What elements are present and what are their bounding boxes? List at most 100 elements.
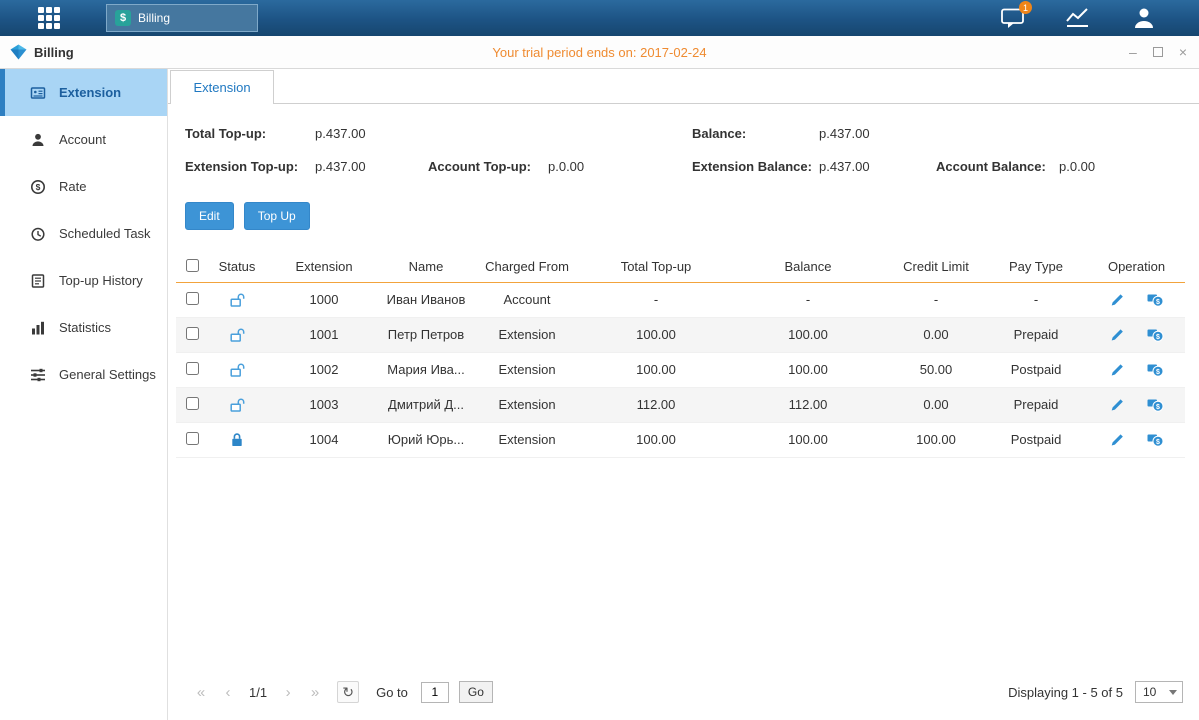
extension-table: Status Extension Name Charged From Total… (176, 252, 1185, 458)
topup-icon[interactable]: $ (1147, 292, 1164, 307)
edit-icon[interactable] (1110, 327, 1125, 342)
cell-charged-from: Extension (470, 422, 584, 457)
cell-pay-type: Postpaid (984, 352, 1088, 387)
lock-status-icon[interactable] (229, 291, 246, 306)
sidebar-item-topup-history[interactable]: Top-up History (0, 257, 167, 304)
select-all-checkbox[interactable] (186, 259, 199, 272)
row-checkbox[interactable] (186, 292, 199, 305)
account-topup-value: p.0.00 (548, 159, 692, 174)
topup-icon[interactable]: $ (1147, 397, 1164, 412)
bar-chart-icon (30, 320, 46, 336)
account-balance-label: Account Balance: (936, 159, 1059, 174)
cell-credit-limit: 100.00 (888, 422, 984, 457)
goto-page-input[interactable] (421, 682, 449, 703)
page-size-select[interactable]: 10 (1135, 681, 1183, 703)
cell-charged-from: Extension (470, 352, 584, 387)
minimize-icon[interactable]: – (1129, 45, 1137, 59)
rate-dollar-circle-icon: $ (30, 179, 46, 195)
edit-icon[interactable] (1110, 432, 1125, 447)
col-balance: Balance (728, 252, 888, 282)
sidebar-item-label: Scheduled Task (59, 226, 151, 241)
sidebar-item-label: General Settings (59, 367, 156, 382)
app-body: Extension Account $ Rate Scheduled Task (0, 69, 1199, 720)
col-charged-from: Charged From (470, 252, 584, 282)
cell-balance: 100.00 (728, 422, 888, 457)
col-pay-type: Pay Type (984, 252, 1088, 282)
next-page-icon[interactable]: › (277, 681, 299, 703)
cell-charged-from: Account (470, 282, 584, 317)
row-checkbox[interactable] (186, 362, 199, 375)
edit-icon[interactable] (1110, 397, 1125, 412)
col-credit-limit: Credit Limit (888, 252, 984, 282)
cell-pay-type: - (984, 282, 1088, 317)
first-page-icon[interactable]: « (190, 681, 212, 703)
cell-extension: 1000 (266, 282, 382, 317)
lock-status-icon[interactable] (229, 431, 245, 446)
messages-icon[interactable]: 1 (1000, 6, 1025, 30)
table-row: 1004 Юрий Юрь... Extension 100.00 100.00… (176, 422, 1185, 457)
user-account-icon[interactable] (1131, 6, 1157, 30)
page-size-value: 10 (1143, 685, 1156, 699)
cell-balance: 112.00 (728, 387, 888, 422)
chevron-down-icon (1169, 690, 1177, 695)
pagination-footer: « ‹ 1/1 › » ↻ Go to Go Displaying 1 - 5 … (168, 676, 1199, 720)
topup-icon[interactable]: $ (1147, 432, 1164, 447)
sidebar-item-extension[interactable]: Extension (0, 69, 167, 116)
table-row: 1002 Мария Ива... Extension 100.00 100.0… (176, 352, 1185, 387)
sidebar-item-statistics[interactable]: Statistics (0, 304, 167, 351)
svg-text:$: $ (1156, 439, 1160, 446)
sidebar-item-rate[interactable]: $ Rate (0, 163, 167, 210)
row-checkbox[interactable] (186, 397, 199, 410)
extension-balance-label: Extension Balance: (692, 159, 819, 174)
cell-pay-type: Prepaid (984, 317, 1088, 352)
topup-icon[interactable]: $ (1147, 362, 1164, 377)
cell-credit-limit: 50.00 (888, 352, 984, 387)
sidebar-item-label: Rate (59, 179, 86, 194)
go-button[interactable]: Go (459, 681, 493, 703)
edit-button[interactable]: Edit (185, 202, 234, 230)
svg-text:$: $ (1156, 299, 1160, 306)
apps-grid-icon[interactable] (38, 7, 60, 29)
billing-app-tab[interactable]: $ Billing (106, 4, 258, 32)
col-operation: Operation (1088, 252, 1185, 282)
cell-balance: - (728, 282, 888, 317)
sidebar-item-label: Account (59, 132, 106, 147)
maximize-icon[interactable] (1153, 47, 1163, 57)
prev-page-icon[interactable]: ‹ (217, 681, 239, 703)
billing-app-tab-label: Billing (138, 11, 170, 25)
topup-icon[interactable]: $ (1147, 327, 1164, 342)
display-area: Displaying 1 - 5 of 5 10 (1008, 681, 1183, 703)
sidebar-item-label: Top-up History (59, 273, 143, 288)
cell-pay-type: Prepaid (984, 387, 1088, 422)
edit-icon[interactable] (1110, 292, 1125, 307)
cell-name: Юрий Юрь... (382, 422, 470, 457)
row-checkbox[interactable] (186, 327, 199, 340)
topbar-right-icons: 1 (1000, 0, 1157, 36)
summary-panel: Total Top-up: p.437.00 Balance: p.437.00… (168, 126, 1199, 174)
lock-status-icon[interactable] (229, 396, 246, 411)
refresh-icon[interactable]: ↻ (337, 681, 359, 703)
close-icon[interactable]: × (1179, 45, 1187, 59)
cell-name: Иван Иванов (382, 282, 470, 317)
extension-topup-label: Extension Top-up: (185, 159, 315, 174)
reports-chart-icon[interactable] (1065, 7, 1091, 29)
edit-icon[interactable] (1110, 362, 1125, 377)
tab-extension[interactable]: Extension (170, 70, 274, 104)
sidebar-item-scheduled-task[interactable]: Scheduled Task (0, 210, 167, 257)
lock-status-icon[interactable] (229, 326, 246, 341)
sidebar-item-label: Statistics (59, 320, 111, 335)
ledger-icon (30, 273, 46, 289)
cell-name: Дмитрий Д... (382, 387, 470, 422)
cell-total-topup: 112.00 (584, 387, 728, 422)
extension-card-icon (30, 85, 46, 101)
sidebar-item-account[interactable]: Account (0, 116, 167, 163)
sidebar-item-general-settings[interactable]: General Settings (0, 351, 167, 398)
lock-status-icon[interactable] (229, 361, 246, 376)
top-up-button[interactable]: Top Up (244, 202, 310, 230)
line-chart-icon (1065, 7, 1091, 29)
cell-credit-limit: 0.00 (888, 387, 984, 422)
content: Total Top-up: p.437.00 Balance: p.437.00… (168, 104, 1199, 720)
last-page-icon[interactable]: » (304, 681, 326, 703)
row-checkbox[interactable] (186, 432, 199, 445)
billing-logo-icon (10, 44, 27, 60)
